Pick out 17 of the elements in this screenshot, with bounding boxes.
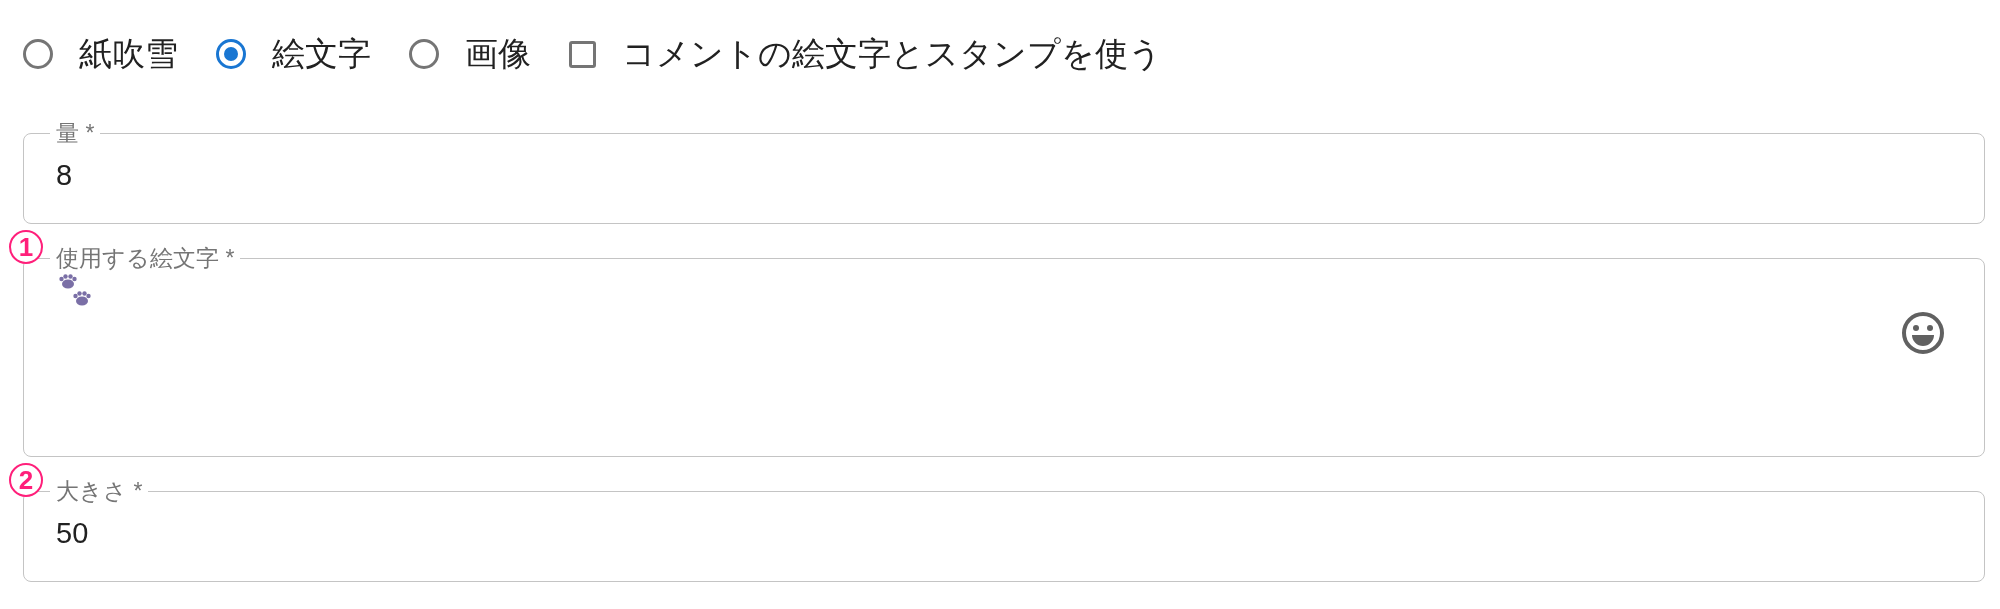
paw-prints-icon <box>58 274 94 308</box>
field-label: 大きさ * <box>55 477 144 505</box>
checkbox[interactable] <box>569 40 596 68</box>
emoji-picker-icon[interactable] <box>1900 310 1946 356</box>
field-label: 使用する絵文字 * <box>55 244 236 272</box>
checkbox-option[interactable]: コメントの絵文字とスタンプを使う <box>569 31 1162 77</box>
radio-option[interactable]: 画像 <box>409 31 531 77</box>
step-marker: 2 <box>9 463 43 497</box>
field-label: 量 * <box>55 119 96 147</box>
radio-option[interactable]: 紙吹雪 <box>23 31 178 77</box>
radio-button[interactable] <box>216 39 246 69</box>
radio-option[interactable]: 絵文字 <box>216 31 371 77</box>
radio-button[interactable] <box>409 39 439 69</box>
field-value: 50 <box>55 516 90 551</box>
step-marker: 1 <box>9 230 43 264</box>
field-value: 8 <box>55 158 74 193</box>
radio-button[interactable] <box>23 39 53 69</box>
